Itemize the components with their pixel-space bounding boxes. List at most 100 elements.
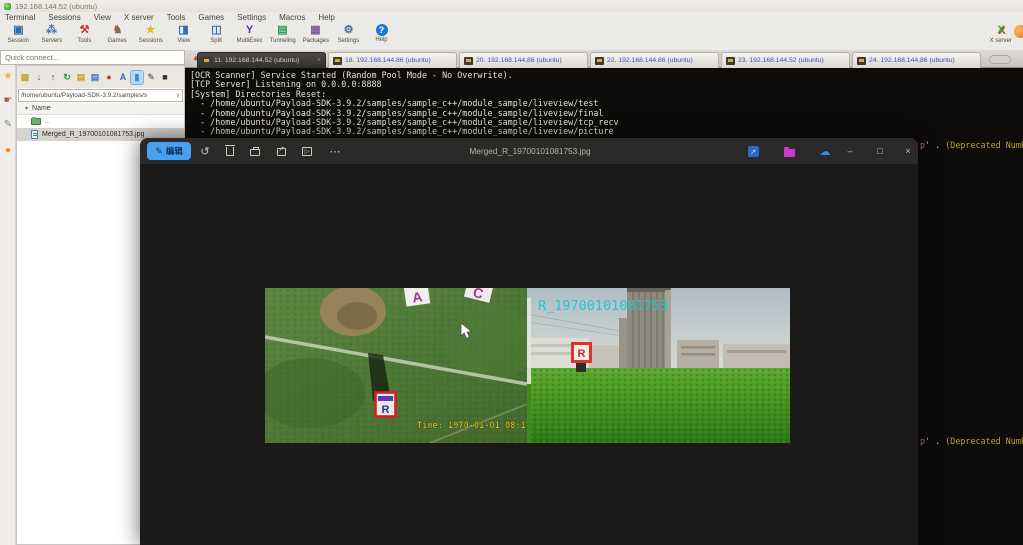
documents-icon[interactable]: ▤: [89, 71, 101, 84]
folder-up-row[interactable]: ..: [17, 115, 184, 128]
menu-view[interactable]: View: [94, 13, 111, 22]
tab-close-icon[interactable]: ×: [317, 57, 321, 64]
new-tab-button[interactable]: [989, 55, 1011, 64]
upload-icon[interactable]: ↑: [47, 71, 59, 84]
menu-xserver[interactable]: X server: [124, 13, 154, 22]
tools-hand-icon[interactable]: ☛: [1, 93, 15, 107]
viewer-titlebar[interactable]: ✎ 编辑 ↺ ▷ ⋯ Merged_R_19700101081753.jpg ↗…: [140, 138, 918, 164]
edit-button-label: 编辑: [166, 145, 183, 157]
tab-session-23[interactable]: 23. 192.168.144.52 (ubuntu): [721, 52, 850, 68]
toolbar-split-button[interactable]: ◫ Split: [200, 23, 233, 44]
tab-session-11[interactable]: 11. 192.168.144.52 (ubuntu) ×: [197, 52, 326, 68]
share-icon: [277, 148, 286, 156]
menu-games[interactable]: Games: [198, 13, 224, 22]
settings-gear-icon: ⚙: [341, 23, 356, 37]
tab-session-18[interactable]: 18. 192.168.144.86 (ubuntu): [328, 52, 457, 68]
sidebar-strip: ★ ☛ ✎ ●: [0, 65, 16, 545]
menu-sessions[interactable]: Sessions: [48, 13, 80, 22]
photo-left-aerial: A C R Time: 1970-01-01 08:17:53: [265, 288, 527, 443]
terminal-output: [OCR Scanner] Service Started (Random Po…: [185, 68, 1023, 137]
cloud-icon: ☁: [820, 145, 831, 158]
cloud-button[interactable]: ☁: [818, 145, 832, 158]
packages-icon: ▦: [308, 23, 323, 37]
menu-settings[interactable]: Settings: [237, 13, 266, 22]
screen: 192.168.144.52 (ubuntu) Terminal Session…: [0, 0, 1023, 545]
close-button[interactable]: ×: [900, 143, 916, 159]
edit-pencil-icon: ✎: [155, 146, 163, 157]
name-column-header: Name: [32, 105, 51, 112]
toolbar-tunneling-button[interactable]: ▤ Tunneling: [266, 23, 299, 44]
follow-terminal-icon[interactable]: ▮: [131, 71, 143, 84]
toolbar-games-button[interactable]: ♞ Games: [101, 23, 134, 44]
terminal-fragment-bottom: p' . (Deprecated NumPy: [920, 436, 1023, 446]
sessions-star-icon: ★: [143, 23, 158, 37]
help-icon: ?: [376, 24, 388, 36]
terminal-fragment-top: p' . (Deprecated NumPy: [920, 140, 1023, 150]
photo-right-ground: R R_19700101081753: [527, 288, 790, 443]
terminal-icon[interactable]: ■: [159, 71, 171, 84]
menu-help[interactable]: Help: [318, 13, 334, 22]
session-icon: ▣: [11, 23, 26, 37]
servers-icon: ⁂: [44, 23, 59, 37]
exit-icon[interactable]: [1014, 25, 1023, 38]
menu-terminal[interactable]: Terminal: [5, 13, 35, 22]
slideshow-button[interactable]: ▷: [300, 145, 314, 158]
window-title: 192.168.144.52 (ubuntu): [15, 2, 97, 11]
edit-image-button[interactable]: ✎ 编辑: [147, 142, 191, 160]
sync-icon[interactable]: ▩: [19, 71, 31, 84]
terminal-tab-icon: [726, 57, 735, 65]
toolbar-sessions-button[interactable]: ★ Sessions: [134, 23, 167, 44]
open-with-button[interactable]: ↗: [746, 145, 760, 158]
print-button[interactable]: [248, 145, 262, 158]
toolbar-tools-button[interactable]: ⚒ Tools: [68, 23, 101, 44]
mobaxterm-titlebar: 192.168.144.52 (ubuntu): [0, 0, 1023, 12]
share-button[interactable]: [274, 145, 288, 158]
sftp-icon[interactable]: ●: [1, 143, 15, 157]
minimize-button[interactable]: –: [842, 143, 858, 159]
sessions-star-icon[interactable]: ★: [1, 69, 15, 83]
toolbar-settings-button[interactable]: ⚙ Settings: [332, 23, 365, 44]
terminal-tab-icon: [333, 57, 342, 65]
file-browser-toolbar: ▩ ↓ ↑ ↻ ▤ ▤ ● A ▮ ✎ ■: [17, 66, 184, 88]
menu-macros[interactable]: Macros: [279, 13, 305, 22]
edit-path-icon[interactable]: ✎: [145, 71, 157, 84]
terminal-tab-icon: [595, 57, 604, 65]
toolbar-help-button[interactable]: ? Help: [365, 23, 398, 43]
delete-button[interactable]: [223, 145, 237, 158]
tree-header[interactable]: ▾ Name: [17, 103, 184, 115]
marker-r-detected: R: [376, 393, 396, 417]
trash-icon: [226, 147, 234, 156]
tab-session-22[interactable]: 22. 192.168.144.86 (ubuntu): [590, 52, 719, 68]
home-folder-icon[interactable]: ▤: [75, 71, 87, 84]
collapse-arrow-icon[interactable]: ▾: [25, 105, 28, 112]
show-in-folder-button[interactable]: [782, 145, 796, 158]
multiexec-icon: Y: [242, 23, 257, 37]
path-dropdown[interactable]: /home/ubuntu/Payload-SDK-3.9.2/samples/s…: [18, 89, 183, 102]
tab-session-20[interactable]: 20. 192.168.144.86 (ubuntu): [459, 52, 588, 68]
tab-session-24[interactable]: 24. 192.168.144.86 (ubuntu): [852, 52, 981, 68]
more-icon: ⋯: [330, 145, 341, 158]
toolbar-right-group: X X server: [981, 23, 1021, 44]
toolbar-session-button[interactable]: ▣ Session: [2, 23, 35, 44]
rotate-button[interactable]: ↺: [198, 145, 212, 158]
toolbar-servers-button[interactable]: ⁂ Servers: [35, 23, 68, 44]
quick-connect-input[interactable]: [0, 50, 185, 65]
refresh-icon[interactable]: ↻: [61, 71, 73, 84]
photo-label-overlay: R_19700101081753: [538, 298, 668, 314]
folder-icon: [31, 118, 41, 125]
text-mode-icon[interactable]: A: [117, 71, 129, 84]
viewer-title: Merged_R_19700101081753.jpg: [390, 138, 670, 164]
tools-icon: ⚒: [77, 23, 92, 37]
download-icon[interactable]: ↓: [33, 71, 45, 84]
viewer-canvas[interactable]: A C R Time: 1970-01-01 08:17:53: [140, 164, 918, 545]
macros-pencil-icon[interactable]: ✎: [1, 117, 15, 131]
toolbar-view-button[interactable]: ◨ View: [167, 23, 200, 44]
menu-tools[interactable]: Tools: [167, 13, 186, 22]
toolbar-packages-button[interactable]: ▦ Packages: [299, 23, 332, 44]
rotate-icon: ↺: [200, 145, 209, 158]
maximize-button[interactable]: □: [872, 143, 888, 159]
toolbar-multiexec-button[interactable]: Y MultiExec: [233, 23, 266, 44]
more-options-button[interactable]: ⋯: [328, 145, 342, 158]
stop-icon[interactable]: ●: [103, 71, 115, 84]
mobaxterm-app-icon: [4, 3, 11, 10]
